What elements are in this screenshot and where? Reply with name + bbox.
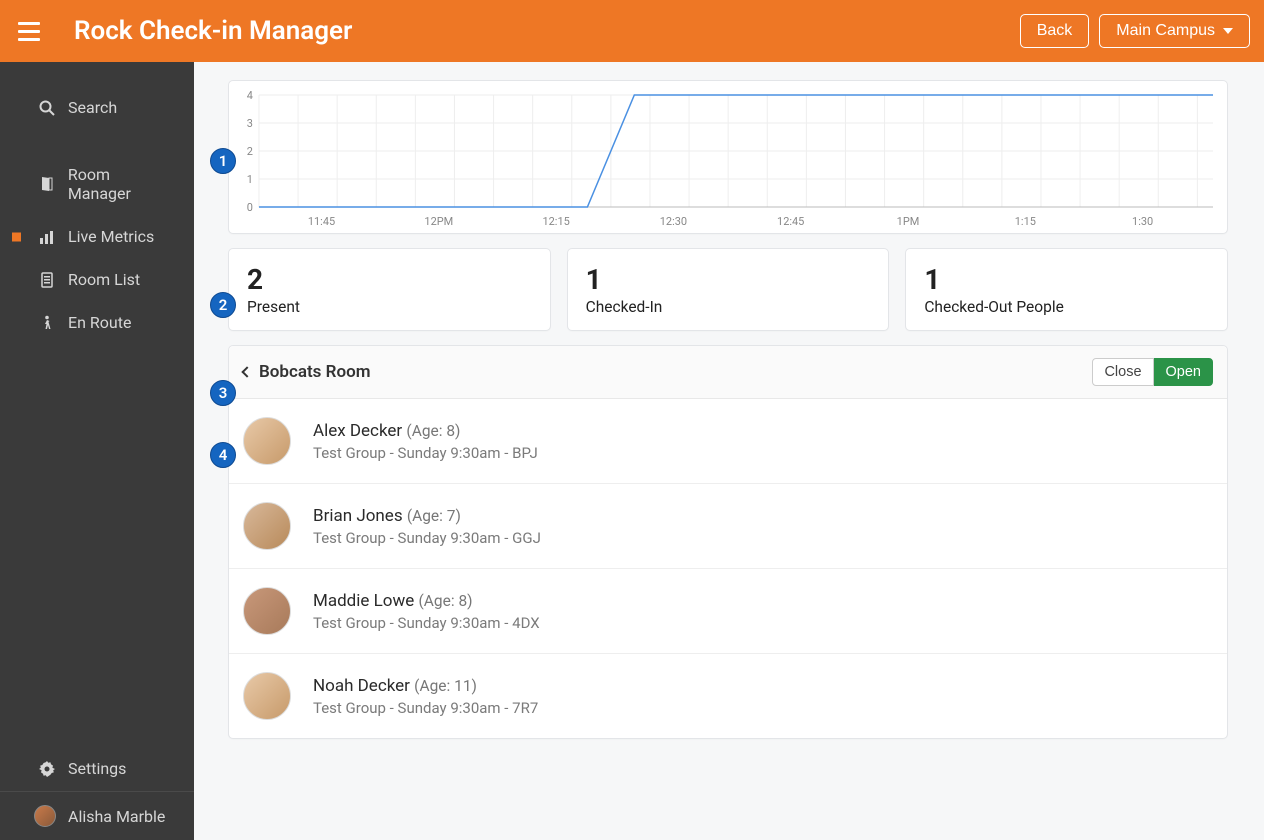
stat-label: Present [247,298,532,316]
person-detail: Test Group - Sunday 9:30am - GGJ [313,529,541,547]
sidebar-search-label: Search [68,98,117,117]
line-chart: 0 1 2 3 4 11:45 12PM 12:15 12:30 12:45 1PM 1:15 1:3… [239,91,1217,231]
person-age: (Age: 7) [407,507,461,525]
stat-card[interactable]: 1 Checked-In [567,248,890,331]
main-content: 1 2 3 4 01234 11:4512PM12:1512:3012:451P… [194,62,1264,840]
person-name: Noah Decker (Age: 11) [313,676,538,696]
sidebar-search[interactable]: Search [0,86,194,153]
avatar [243,672,291,720]
sidebar-settings[interactable]: Settings [0,746,194,791]
sidebar-item-en-route[interactable]: En Route [0,301,194,344]
sidebar-item-label: En Route [68,313,131,332]
svg-text:1: 1 [247,173,253,186]
avatar [243,417,291,465]
sidebar-settings-label: Settings [68,759,126,778]
person-detail: Test Group - Sunday 9:30am - 7R7 [313,699,538,717]
app-title: Rock Check-in Manager [74,16,352,46]
close-button-label: Close [1104,364,1141,380]
svg-text:12:30: 12:30 [660,215,687,228]
person-row[interactable]: Maddie Lowe (Age: 8) Test Group - Sunday … [229,568,1227,653]
open-button[interactable]: Open [1154,358,1213,386]
svg-text:4: 4 [247,91,253,102]
svg-text:1:15: 1:15 [1015,215,1036,228]
campus-dropdown-label: Main Campus [1116,22,1215,40]
svg-text:1:30: 1:30 [1132,215,1153,228]
chart-card: 0 1 2 3 4 11:45 12PM 12:15 12:30 12:45 1PM 1:15 1:3… [228,80,1228,234]
step-badge-3: 3 [210,380,236,406]
stat-label: Checked-Out People [924,298,1209,316]
en-route-icon [38,315,56,331]
person-row[interactable]: Alex Decker (Age: 8) Test Group - Sunday … [229,399,1227,483]
step-badge-2: 2 [210,292,236,318]
back-button-label: Back [1037,22,1073,40]
gear-icon [38,761,56,777]
stat-value: 1 [924,263,1209,296]
svg-text:11:45: 11:45 [308,215,335,228]
person-name: Maddie Lowe (Age: 8) [313,591,540,611]
header-bar: Rock Check-in Manager Back Main Campus [0,0,1264,62]
sidebar-item-room-list[interactable]: Room List [0,258,194,301]
live-metrics-icon [38,229,56,245]
svg-text:3: 3 [247,117,253,130]
room-name: Bobcats Room [259,362,370,382]
stat-card[interactable]: 1 Checked-Out People [905,248,1228,331]
svg-text:12:45: 12:45 [777,215,804,228]
avatar [243,502,291,550]
sidebar-item-live-metrics[interactable]: Live Metrics [0,215,194,258]
step-badge-1: 1 [210,148,236,174]
menu-icon[interactable] [14,18,44,45]
person-age: (Age: 11) [414,677,477,695]
room-manager-icon [38,176,56,192]
room-status-toggle: Close Open [1092,358,1213,386]
room-back[interactable]: Bobcats Room [243,362,370,382]
sidebar-user-label: Alisha Marble [68,807,165,826]
svg-text:12PM: 12PM [424,215,453,228]
person-age: (Age: 8) [419,592,473,610]
back-button[interactable]: Back [1020,14,1090,48]
people-list: Alex Decker (Age: 8) Test Group - Sunday … [229,399,1227,738]
sidebar-item-label: Room Manager [68,165,176,203]
stat-label: Checked-In [586,298,871,316]
stat-value: 1 [586,263,871,296]
step-badge-4: 4 [210,442,236,468]
person-detail: Test Group - Sunday 9:30am - 4DX [313,614,540,632]
avatar [34,805,56,827]
person-name: Brian Jones (Age: 7) [313,506,541,526]
room-list-icon [38,272,56,288]
person-row[interactable]: Noah Decker (Age: 11) Test Group - Sunday… [229,653,1227,738]
sidebar-item-label: Live Metrics [68,227,154,246]
sidebar-user[interactable]: Alisha Marble [0,791,194,840]
open-button-label: Open [1166,364,1201,380]
campus-dropdown[interactable]: Main Campus [1099,14,1250,48]
svg-text:0: 0 [247,201,253,214]
person-name: Alex Decker (Age: 8) [313,421,538,441]
stat-card[interactable]: 2 Present [228,248,551,331]
svg-text:12:15: 12:15 [542,215,569,228]
chevron-left-icon [241,366,252,377]
avatar [243,587,291,635]
person-row[interactable]: Brian Jones (Age: 7) Test Group - Sunday … [229,483,1227,568]
svg-text:1PM: 1PM [897,215,920,228]
close-button[interactable]: Close [1092,358,1153,386]
stat-value: 2 [247,263,532,296]
sidebar-item-label: Room List [68,270,140,289]
stats-row: 2 Present 1 Checked-In 1 Checked-Out People [228,248,1228,331]
person-detail: Test Group - Sunday 9:30am - BPJ [313,444,538,462]
room-card: Bobcats Room Close Open Alex Decker (Age… [228,345,1228,739]
sidebar-item-room-manager[interactable]: Room Manager [0,153,194,215]
search-icon [38,100,56,116]
chevron-down-icon [1223,28,1233,34]
sidebar: Search Room Manager Live Metrics Room Li… [0,62,194,840]
person-age: (Age: 8) [406,422,460,440]
svg-text:2: 2 [247,145,253,158]
